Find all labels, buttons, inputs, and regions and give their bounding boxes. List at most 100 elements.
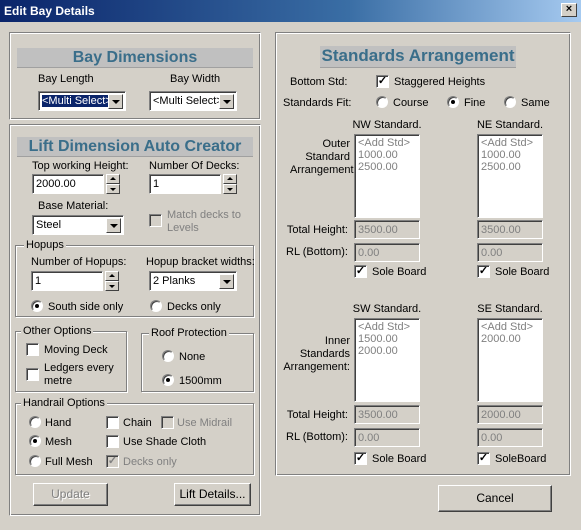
- title-bar: Edit Bay Details: [0, 0, 581, 22]
- checkmark-icon: ✓: [377, 75, 388, 87]
- fit-fine-radio[interactable]: [447, 96, 459, 108]
- ne-sole-board-checkbox[interactable]: ✓: [477, 265, 490, 278]
- se-sole-board-checkbox[interactable]: ✓: [477, 452, 490, 465]
- handrail-full-mesh-radio[interactable]: [29, 455, 41, 467]
- bracket-width-value: 2 Planks: [153, 275, 196, 287]
- fit-same-label: Same: [521, 97, 550, 109]
- se-rl-bottom-field: 0.00: [477, 428, 543, 447]
- nw-rl-bottom-field: 0.00: [354, 243, 420, 262]
- chain-checkbox[interactable]: [106, 416, 119, 429]
- se-standard-title: SE Standard.: [477, 303, 543, 315]
- lift-details-button[interactable]: Lift Details...: [174, 483, 251, 506]
- checkmark-icon: ✓: [478, 265, 489, 277]
- staggered-checkbox[interactable]: ✓: [376, 75, 389, 88]
- checkmark-icon: ✓: [478, 452, 489, 464]
- bay-length-label: Bay Length: [38, 73, 94, 85]
- bay-length-select[interactable]: <Multi Select>: [38, 91, 126, 111]
- nw-total-height-field: 3500.00: [354, 220, 420, 239]
- list-item[interactable]: 1000.00: [481, 149, 539, 161]
- match-decks-label: Match decks to Levels: [167, 209, 241, 234]
- chevron-down-icon[interactable]: [108, 94, 123, 109]
- handrail-mesh-label: Mesh: [45, 436, 72, 448]
- fit-same-radio[interactable]: [504, 96, 516, 108]
- roof-none-label: None: [179, 351, 206, 363]
- roof-1500mm-label: 1500mm: [179, 375, 222, 387]
- checkmark-icon: ✓: [355, 452, 366, 464]
- list-item[interactable]: 2000.00: [358, 345, 416, 357]
- num-hopups-up-button[interactable]: [105, 271, 119, 281]
- south-side-label: South side only: [48, 301, 124, 313]
- cancel-button[interactable]: Cancel: [438, 485, 552, 512]
- fit-course-radio[interactable]: [376, 96, 388, 108]
- match-decks-checkbox[interactable]: [149, 214, 162, 227]
- num-hopups-label: Number of Hopups:: [31, 256, 127, 268]
- sw-sole-board-checkbox[interactable]: ✓: [354, 452, 367, 465]
- bay-width-label: Bay Width: [170, 73, 221, 85]
- bracket-width-select[interactable]: 2 Planks: [149, 271, 237, 291]
- base-material-label: Base Material:: [38, 200, 109, 212]
- close-button[interactable]: ×: [561, 3, 577, 17]
- total-height-label-outer: Total Height:: [286, 224, 348, 236]
- handrail-full-mesh-label: Full Mesh: [45, 456, 93, 468]
- list-item[interactable]: 2000.00: [481, 333, 539, 345]
- num-decks-up-button[interactable]: [223, 174, 237, 184]
- other-options-label: Other Options: [21, 325, 94, 337]
- ne-sole-board-label: Sole Board: [495, 266, 550, 278]
- nw-sole-board-checkbox[interactable]: ✓: [354, 265, 367, 278]
- lift-heading: Lift Dimension Auto Creator: [17, 137, 253, 157]
- use-midrail-checkbox[interactable]: [161, 416, 174, 429]
- num-hopups-input[interactable]: 1: [31, 271, 103, 291]
- handrail-hand-radio[interactable]: [29, 416, 41, 428]
- ne-rl-bottom-field: 0.00: [477, 243, 543, 262]
- bay-width-select[interactable]: <Multi Select>: [149, 91, 237, 111]
- top-height-input[interactable]: 2000.00: [32, 174, 104, 194]
- chevron-down-icon[interactable]: [219, 274, 234, 289]
- rl-bottom-label-inner: RL (Bottom):: [286, 431, 348, 443]
- num-hopups-down-button[interactable]: [105, 281, 119, 291]
- bay-width-value: <Multi Select>: [153, 95, 223, 107]
- rl-bottom-label-outer: RL (Bottom):: [286, 246, 348, 258]
- ne-total-height-field: 3500.00: [477, 220, 543, 239]
- roof-1500mm-radio[interactable]: [162, 374, 174, 386]
- chevron-down-icon[interactable]: [219, 94, 234, 109]
- ne-standard-list[interactable]: <Add Std> 1000.00 2500.00: [477, 134, 543, 218]
- top-height-down-button[interactable]: [106, 184, 120, 194]
- chevron-down-icon[interactable]: [106, 218, 121, 233]
- nw-standard-list[interactable]: <Add Std> 1000.00 2500.00: [354, 134, 420, 218]
- top-height-up-button[interactable]: [106, 174, 120, 184]
- staggered-label: Staggered Heights: [394, 76, 486, 88]
- handrail-mesh-radio[interactable]: [29, 435, 41, 447]
- list-item[interactable]: 2500.00: [481, 161, 539, 173]
- list-item[interactable]: <Add Std>: [481, 321, 539, 333]
- update-button[interactable]: Update: [33, 483, 108, 506]
- list-item[interactable]: 1500.00: [358, 333, 416, 345]
- base-material-value: Steel: [36, 219, 62, 231]
- checkmark-icon: ✓: [355, 265, 366, 277]
- outer-arrangement-label: Outer Standard Arrangement:: [290, 138, 357, 176]
- hopups-label: Hopups: [24, 239, 66, 251]
- num-decks-down-button[interactable]: [223, 184, 237, 194]
- shade-cloth-label: Use Shade Cloth: [123, 436, 207, 448]
- se-standard-list[interactable]: <Add Std> 2000.00: [477, 318, 543, 402]
- sw-sole-board-label: Sole Board: [372, 453, 427, 465]
- ledgers-checkbox[interactable]: [26, 368, 39, 381]
- list-item[interactable]: 2500.00: [358, 161, 416, 173]
- nw-standard-title: NW Standard.: [352, 119, 422, 131]
- moving-deck-checkbox[interactable]: [26, 343, 39, 356]
- list-item[interactable]: 1000.00: [358, 149, 416, 161]
- south-side-radio[interactable]: [31, 300, 43, 312]
- inner-arrangement-label: Inner Standards Arrangement:: [283, 335, 350, 373]
- list-item[interactable]: <Add Std>: [481, 137, 539, 149]
- shade-cloth-checkbox[interactable]: [106, 435, 119, 448]
- standards-heading: Standards Arrangement: [320, 46, 516, 68]
- handrail-decks-only-checkbox[interactable]: ✓: [106, 455, 119, 468]
- num-decks-input[interactable]: 1: [149, 174, 221, 194]
- list-item[interactable]: <Add Std>: [358, 137, 416, 149]
- window-title: Edit Bay Details: [4, 4, 95, 18]
- decks-only-radio[interactable]: [150, 300, 162, 312]
- roof-none-radio[interactable]: [162, 350, 174, 362]
- sw-standard-list[interactable]: <Add Std> 1500.00 2000.00: [354, 318, 420, 402]
- list-item[interactable]: <Add Std>: [358, 321, 416, 333]
- base-material-select[interactable]: Steel: [32, 215, 124, 235]
- num-decks-label: Number Of Decks:: [149, 160, 240, 172]
